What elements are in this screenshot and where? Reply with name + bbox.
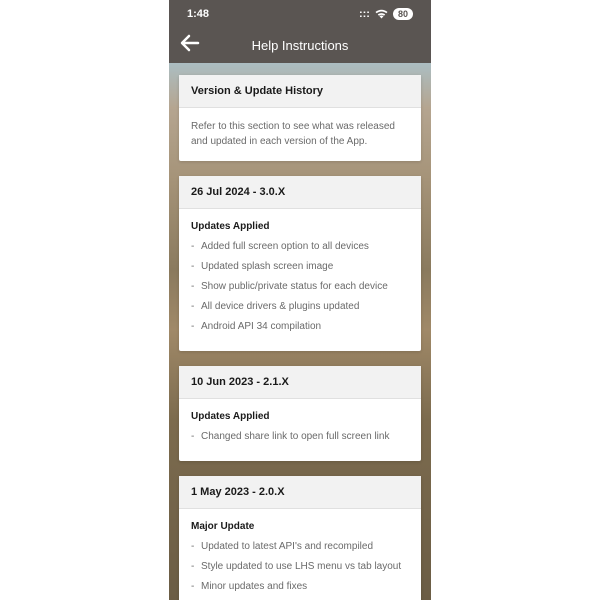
release-header: 10 Jun 2023 - 2.1.X xyxy=(179,366,421,399)
release-card: 1 May 2023 - 2.0.X Major Update Updated … xyxy=(179,476,421,600)
release-card: 26 Jul 2024 - 3.0.X Updates Applied Adde… xyxy=(179,176,421,351)
release-section-title: Updates Applied xyxy=(191,411,409,422)
content-scroll[interactable]: Version & Update History Refer to this s… xyxy=(169,63,431,600)
status-time: 1:48 xyxy=(187,8,209,20)
list-item: Show public/private status for each devi… xyxy=(191,279,409,294)
list-item: Updated splash screen image xyxy=(191,259,409,274)
release-section-title: Major Update xyxy=(191,521,409,532)
release-header: 26 Jul 2024 - 3.0.X xyxy=(179,176,421,209)
nav-bar: Help Instructions xyxy=(169,28,431,63)
release-body: Updates Applied Added full screen option… xyxy=(179,209,421,351)
list-item: Minor updates and fixes xyxy=(191,579,409,594)
release-card: 10 Jun 2023 - 2.1.X Updates Applied Chan… xyxy=(179,366,421,461)
list-item: Style updated to use LHS menu vs tab lay… xyxy=(191,559,409,574)
update-list: Added full screen option to all devices … xyxy=(191,239,409,334)
page-title: Help Instructions xyxy=(169,38,431,53)
wifi-icon xyxy=(375,9,388,19)
intro-header: Version & Update History xyxy=(179,75,421,108)
release-body: Major Update Updated to latest API's and… xyxy=(179,509,421,600)
back-button[interactable] xyxy=(180,34,200,58)
list-item: Added full screen option to all devices xyxy=(191,239,409,254)
list-item: Changed share link to open full screen l… xyxy=(191,429,409,444)
battery-icon: 80 xyxy=(393,8,413,20)
phone-frame: 1:48 ::: 80 Help Instructions Version & … xyxy=(169,0,431,600)
release-body: Updates Applied Changed share link to op… xyxy=(179,399,421,461)
release-section-title: Updates Applied xyxy=(191,221,409,232)
list-item: Android API 34 compilation xyxy=(191,319,409,334)
intro-text: Refer to this section to see what was re… xyxy=(191,120,409,149)
release-header: 1 May 2023 - 2.0.X xyxy=(179,476,421,509)
update-list: Updated to latest API's and recompiled S… xyxy=(191,539,409,594)
status-icons: ::: 80 xyxy=(359,8,413,20)
list-item: Updated to latest API's and recompiled xyxy=(191,539,409,554)
back-arrow-icon xyxy=(180,34,200,52)
signal-icon: ::: xyxy=(359,8,370,20)
list-item: All device drivers & plugins updated xyxy=(191,299,409,314)
intro-card: Version & Update History Refer to this s… xyxy=(179,75,421,161)
intro-body: Refer to this section to see what was re… xyxy=(179,108,421,161)
status-bar: 1:48 ::: 80 xyxy=(169,0,431,28)
update-list: Changed share link to open full screen l… xyxy=(191,429,409,444)
